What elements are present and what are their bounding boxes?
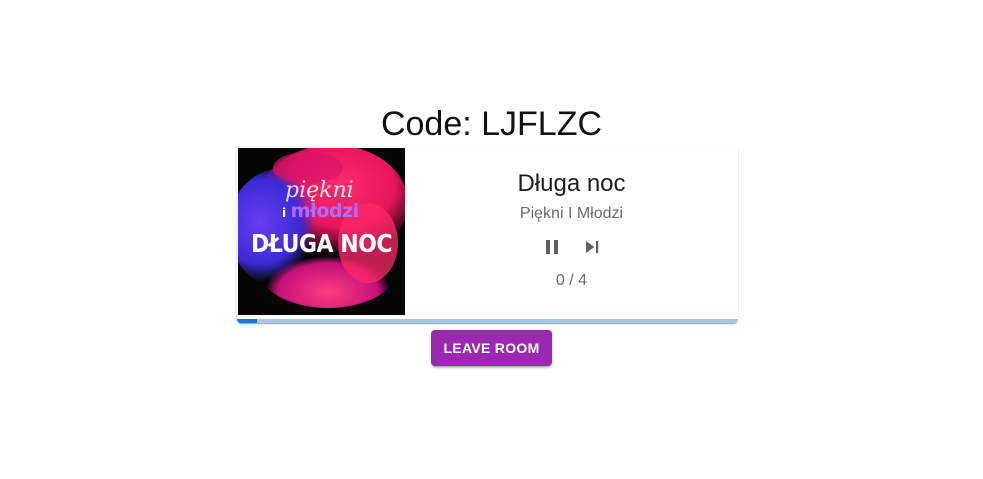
- track-info: Długa noc Piękni I Młodzi 0 / 4: [405, 147, 738, 317]
- track-title: Długa noc: [517, 170, 626, 197]
- now-playing-card: piękni i młodzi DŁUGA NOC Długa noc Pięk…: [237, 147, 738, 323]
- pause-icon: [545, 240, 558, 254]
- skip-button[interactable]: [580, 233, 604, 261]
- song-progress-fill: [237, 319, 257, 323]
- pause-button[interactable]: [540, 233, 564, 261]
- track-artist: Piękni I Młodzi: [519, 205, 624, 222]
- song-progress-bar: [237, 319, 738, 323]
- artist-logo-second-line: i młodzi: [282, 200, 359, 222]
- skip-next-icon: [585, 241, 598, 253]
- album-cover: piękni i młodzi DŁUGA NOC: [238, 148, 405, 315]
- leave-room-button[interactable]: LEAVE ROOM: [431, 330, 552, 366]
- room-code-heading: Code: LJFLZC: [380, 105, 603, 143]
- playback-controls: [405, 233, 738, 261]
- album-title-on-cover: DŁUGA NOC: [251, 230, 392, 259]
- skip-votes-count: 0 / 4: [555, 272, 588, 289]
- room-page: Code: LJFLZC piękni i młodzi DŁUGA NOC D…: [0, 0, 983, 479]
